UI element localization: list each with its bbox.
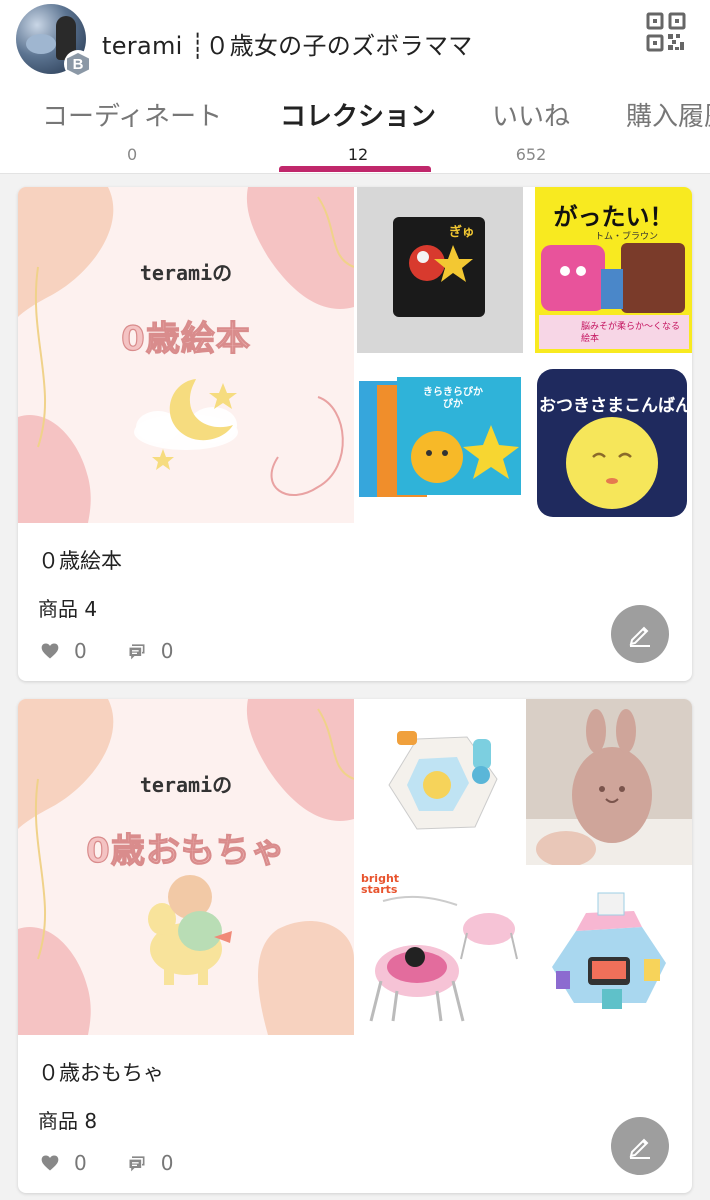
tab-label: コーディネート [42,102,223,132]
product-thumbnail[interactable]: おつきさまこんばんは [535,365,692,523]
tab-count: 0 [127,145,138,164]
collection-cover: teramiの 0歳絵本 [18,187,354,523]
pencil-icon [629,1138,650,1159]
cover-subtitle: teramiの [139,773,233,797]
tab-label: コレクション [280,102,437,132]
tab-count: 12 [347,145,369,164]
avatar[interactable]: B [16,4,92,78]
cover-subtitle: teramiの [139,261,233,285]
username: terami ┊０歳女の子のズボラママ [102,32,473,60]
tab-collection[interactable]: コレクション 12 [280,96,436,164]
product-thumbnail[interactable]: ぎゅ [357,187,523,353]
collection-title[interactable]: ０歳絵本 [38,545,122,575]
rank-badge-letter: B [67,53,89,75]
rank-badge: B [64,50,92,78]
pencil-icon [629,626,650,647]
collection-card[interactable]: teramiの 0歳おもちゃ bright starts ０歳おもちゃ 商品 8… [18,699,692,1193]
like-count: 0 [74,1151,87,1175]
qr-code-icon[interactable] [646,12,686,52]
collection-item-count: 商品 8 [38,1109,98,1133]
collection-item-count: 商品 4 [38,597,98,621]
book-title-text: きらきらぴかぴか [423,387,483,410]
collection-title[interactable]: ０歳おもちゃ [38,1057,164,1087]
tab-likes[interactable]: いいね 652 [492,96,570,164]
edit-collection-button[interactable] [611,1117,669,1175]
product-thumbnail[interactable] [357,699,523,865]
tab-coordinate[interactable]: コーディネート 0 [42,96,222,164]
collection-stats: 0 0 [40,639,173,663]
cover-title: 0歳絵本 [121,318,251,359]
profile-tabs: コーディネート 0 コレクション 12 いいね 652 購入履歴 [0,96,710,174]
tab-purchase-history[interactable]: 購入履歴 [626,96,710,145]
heart-icon[interactable] [40,641,60,661]
cover-title: 0歳おもちゃ [86,830,286,871]
comment-count: 0 [160,639,174,663]
tab-label: いいね [492,102,571,132]
collection-stats: 0 0 [40,1151,173,1175]
comment-count: 0 [160,1151,174,1175]
book-title-text: ぎゅ [449,225,475,240]
comment-icon[interactable] [127,641,147,661]
active-tab-indicator [279,166,431,172]
edit-collection-button[interactable] [611,605,669,663]
profile-header: B terami ┊０歳女の子のズボラママ コーディネート 0 コレクション 1… [0,0,710,174]
product-thumbnail[interactable] [526,871,692,1035]
product-thumbnail[interactable] [526,699,692,865]
comment-icon[interactable] [127,1153,147,1173]
collection-card[interactable]: teramiの 0歳絵本 ぎゅ がったい！ トム・ブラウン 脳みそが柔らか〜くな… [18,187,692,681]
collection-cover: teramiの 0歳おもちゃ [18,699,354,1035]
product-thumbnail[interactable]: きらきらぴかぴか [357,365,523,523]
heart-icon[interactable] [40,1153,60,1173]
product-thumbnail[interactable]: bright starts [357,871,523,1035]
tab-label: 購入履歴 [626,102,710,132]
tab-count: 652 [515,145,547,164]
product-thumbnail[interactable]: がったい！ トム・ブラウン 脳みそが柔らか〜くなる絵本 [535,187,692,353]
like-count: 0 [74,639,87,663]
book-subtitle-text: 脳みそが柔らか〜くなる絵本 [581,322,681,344]
book-title-text: おつきさまこんばんは [539,396,692,416]
